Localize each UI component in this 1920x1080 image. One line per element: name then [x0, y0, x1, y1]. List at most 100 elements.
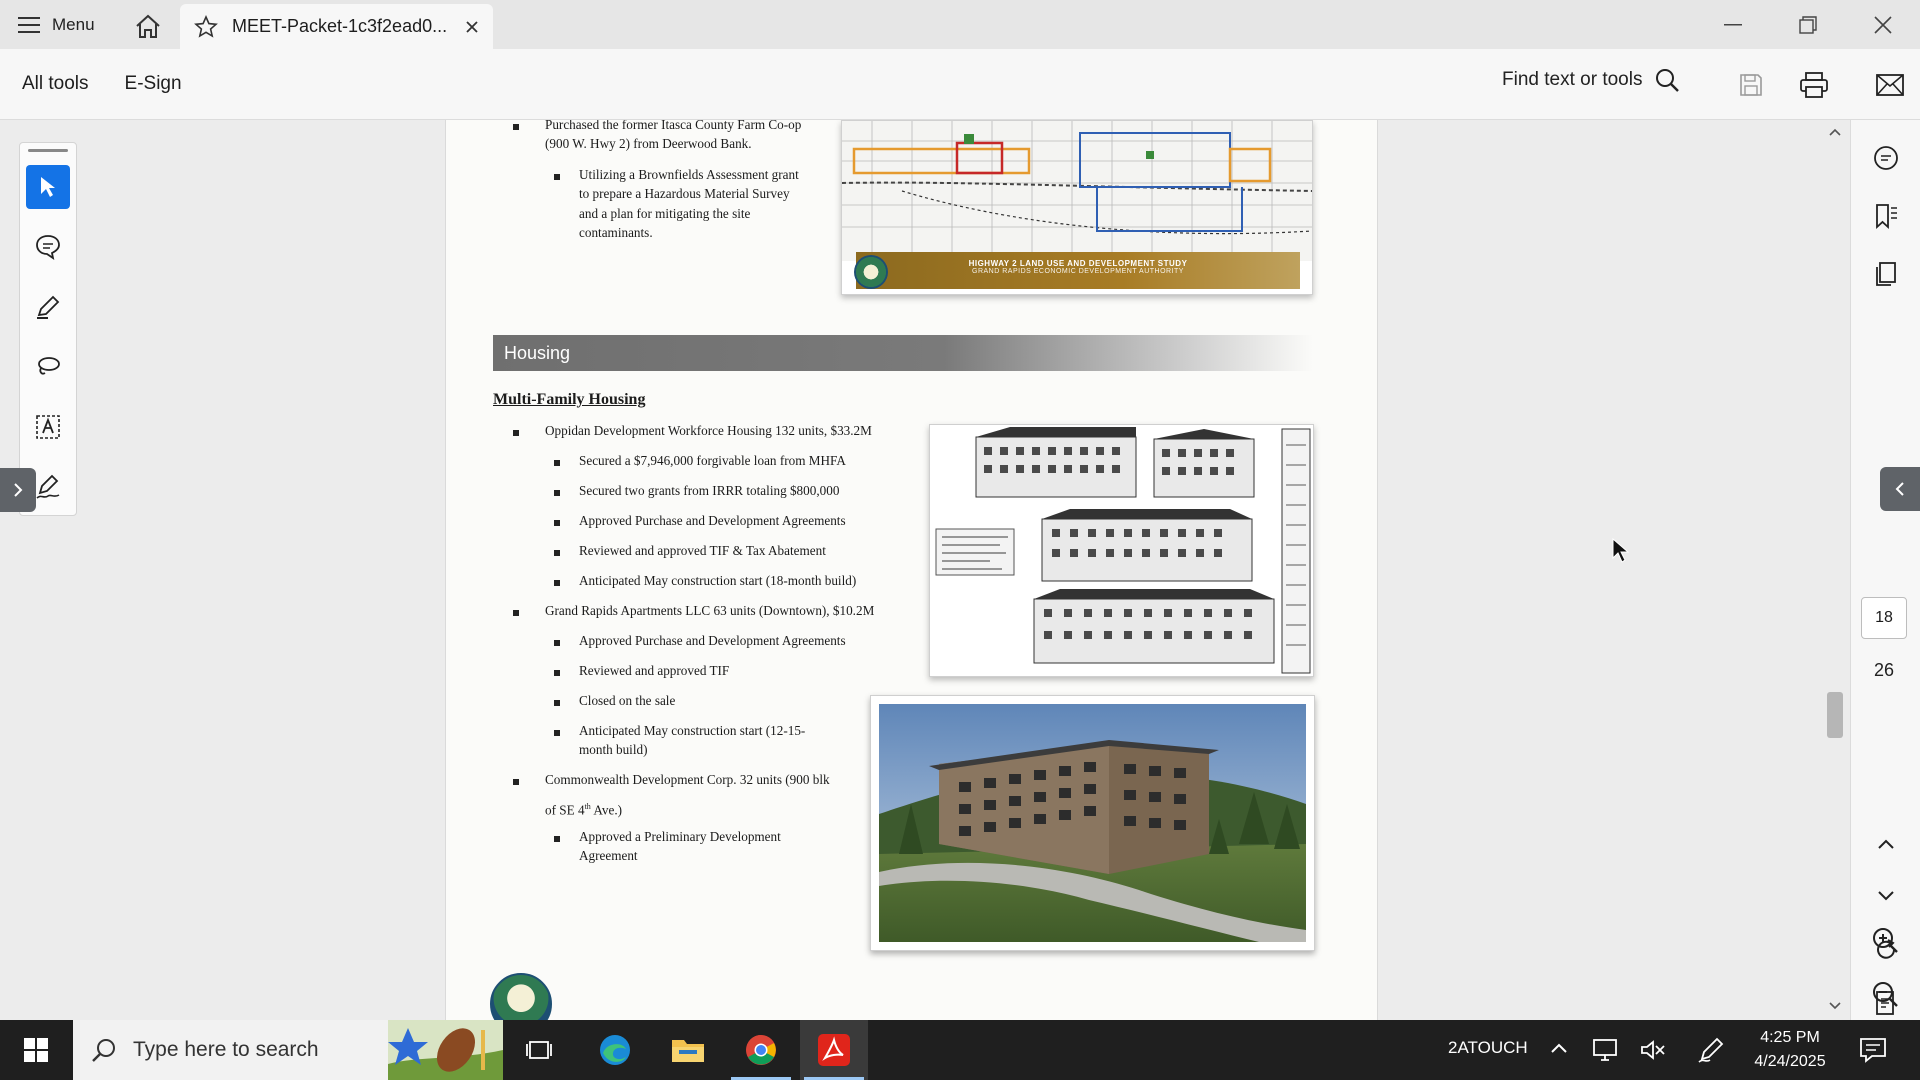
intro-bullet-line2: (900 W. Hwy 2) from Deerwood Bank.: [545, 136, 752, 151]
lasso-icon: [38, 357, 60, 375]
system-clock[interactable]: 4:25 PM 4/24/2025: [1740, 1026, 1840, 1074]
bullet: [554, 174, 560, 180]
save-icon: [1740, 74, 1762, 96]
current-page-input[interactable]: 18: [1861, 597, 1907, 639]
page-thumbnails-button[interactable]: [1868, 256, 1904, 292]
zoom-in-button[interactable]: [1867, 922, 1903, 958]
project3-text-b: Ave.): [590, 802, 623, 818]
zoom-in-icon: [1873, 928, 1898, 953]
signature-pen-icon: [36, 474, 60, 499]
start-button[interactable]: [0, 1020, 72, 1080]
minimize-button[interactable]: [1695, 0, 1770, 49]
window-controls: [1695, 0, 1920, 49]
bullet: [554, 670, 560, 676]
bullet: [513, 430, 519, 436]
bullet: [554, 460, 560, 466]
folder-icon: [672, 1040, 704, 1062]
project2-item: Reviewed and approved TIF: [579, 663, 730, 678]
chevron-up-icon[interactable]: [1550, 1042, 1568, 1054]
tab-title: MEET-Packet-1c3f2ead0...: [232, 16, 448, 36]
expand-right-panel-button[interactable]: [1880, 467, 1920, 511]
project3-item-line2: Agreement: [579, 848, 638, 863]
vertical-scrollbar[interactable]: [1823, 120, 1847, 1020]
expand-left-panel-button[interactable]: [0, 468, 36, 512]
home-icon: [136, 14, 160, 38]
intro-sub-line4: contaminants.: [579, 225, 653, 240]
section-header-housing: Housing: [493, 335, 1313, 371]
bullet: [513, 779, 519, 785]
comment-tool[interactable]: [26, 225, 70, 269]
scroll-up-icon[interactable]: [1829, 128, 1841, 136]
chrome-app[interactable]: [727, 1020, 795, 1080]
clock-date: 4/24/2025: [1754, 1053, 1826, 1070]
pen-workspace-icon[interactable]: [1697, 1036, 1725, 1064]
intro-sub-line1: Utilizing a Brownfields Assessment grant: [579, 167, 799, 182]
bullet: [554, 700, 560, 706]
select-tool[interactable]: [26, 165, 70, 209]
volume-muted-icon[interactable]: [1640, 1038, 1666, 1062]
task-view-button[interactable]: [505, 1020, 573, 1080]
page-down-button[interactable]: [1868, 878, 1904, 914]
taskbar-search-box[interactable]: Type here to search: [73, 1020, 503, 1080]
email-button[interactable]: [1872, 67, 1908, 103]
star-icon[interactable]: [194, 14, 218, 39]
search-icon: [92, 1039, 115, 1062]
zoom-out-button[interactable]: [1867, 976, 1903, 1012]
home-button[interactable]: [130, 10, 166, 42]
draw-tool[interactable]: [26, 345, 70, 389]
file-explorer-app[interactable]: [654, 1020, 722, 1080]
map-banner: HIGHWAY 2 LAND USE AND DEVELOPMENT STUDY…: [856, 252, 1300, 289]
menu-label: Menu: [52, 15, 95, 34]
network-icon[interactable]: [1592, 1038, 1618, 1062]
notifications-icon[interactable]: [1858, 1036, 1888, 1064]
map-banner-title: HIGHWAY 2 LAND USE AND DEVELOPMENT STUDY: [968, 259, 1188, 268]
highlight-tool[interactable]: [26, 285, 70, 329]
pages-icon: [1876, 262, 1896, 286]
city-logo-badge: [490, 973, 552, 1020]
close-window-button[interactable]: [1845, 0, 1920, 49]
text-tool[interactable]: [26, 405, 70, 449]
intro-bullet-line1: Purchased the former Itasca County Farm …: [545, 120, 802, 132]
save-button[interactable]: [1733, 67, 1769, 103]
page-up-button[interactable]: [1868, 826, 1904, 862]
task-view-icon: [526, 1041, 552, 1059]
tray-label[interactable]: 2ATOUCH: [1448, 1038, 1528, 1058]
esign-button[interactable]: E-Sign: [125, 73, 182, 95]
project2-last-line1: Anticipated May construction start (12-1…: [579, 723, 806, 738]
bullet: [513, 124, 519, 130]
cursor-arrow-icon: [41, 177, 55, 197]
edge-app[interactable]: [581, 1020, 649, 1080]
total-pages: 26: [1873, 660, 1895, 680]
building-elevations-image: [929, 424, 1314, 677]
close-tab-icon[interactable]: [465, 20, 479, 34]
rendering-drawing: [879, 704, 1306, 942]
quick-tools-panel: [19, 142, 77, 516]
apartment-rendering-image: [870, 695, 1315, 951]
elevation-drawing: [930, 425, 1313, 676]
scroll-thumb[interactable]: [1827, 692, 1843, 738]
bullet: [554, 640, 560, 646]
chevron-right-icon: [14, 483, 23, 497]
ai-assistant-button[interactable]: [1868, 140, 1904, 176]
project3-text-a: of SE 4: [545, 802, 585, 818]
print-button[interactable]: [1796, 67, 1832, 103]
right-navigation-rail: [1850, 120, 1920, 1020]
document-tab[interactable]: MEET-Packet-1c3f2ead0...: [180, 4, 493, 49]
find-text-or-tools[interactable]: Find text or tools: [1502, 67, 1680, 93]
project1-item: Anticipated May construction start (18-m…: [579, 573, 857, 588]
all-tools-button[interactable]: All tools: [22, 73, 89, 95]
map-logo: [854, 255, 888, 289]
comment-icon: [36, 235, 60, 260]
bullet: [554, 730, 560, 736]
scroll-down-icon[interactable]: [1829, 1002, 1841, 1010]
intro-sub-line2: to prepare a Hazardous Material Survey: [579, 186, 790, 201]
menu-button[interactable]: Menu: [18, 10, 95, 40]
map-banner-subtitle: GRAND RAPIDS ECONOMIC DEVELOPMENT AUTHOR…: [972, 268, 1184, 275]
restore-button[interactable]: [1770, 0, 1845, 49]
bullet: [554, 836, 560, 842]
bullet: [554, 490, 560, 496]
acrobat-app[interactable]: [800, 1020, 868, 1080]
panel-grip[interactable]: [28, 149, 68, 152]
restore-icon: [1798, 15, 1817, 34]
bookmarks-button[interactable]: [1868, 198, 1904, 234]
